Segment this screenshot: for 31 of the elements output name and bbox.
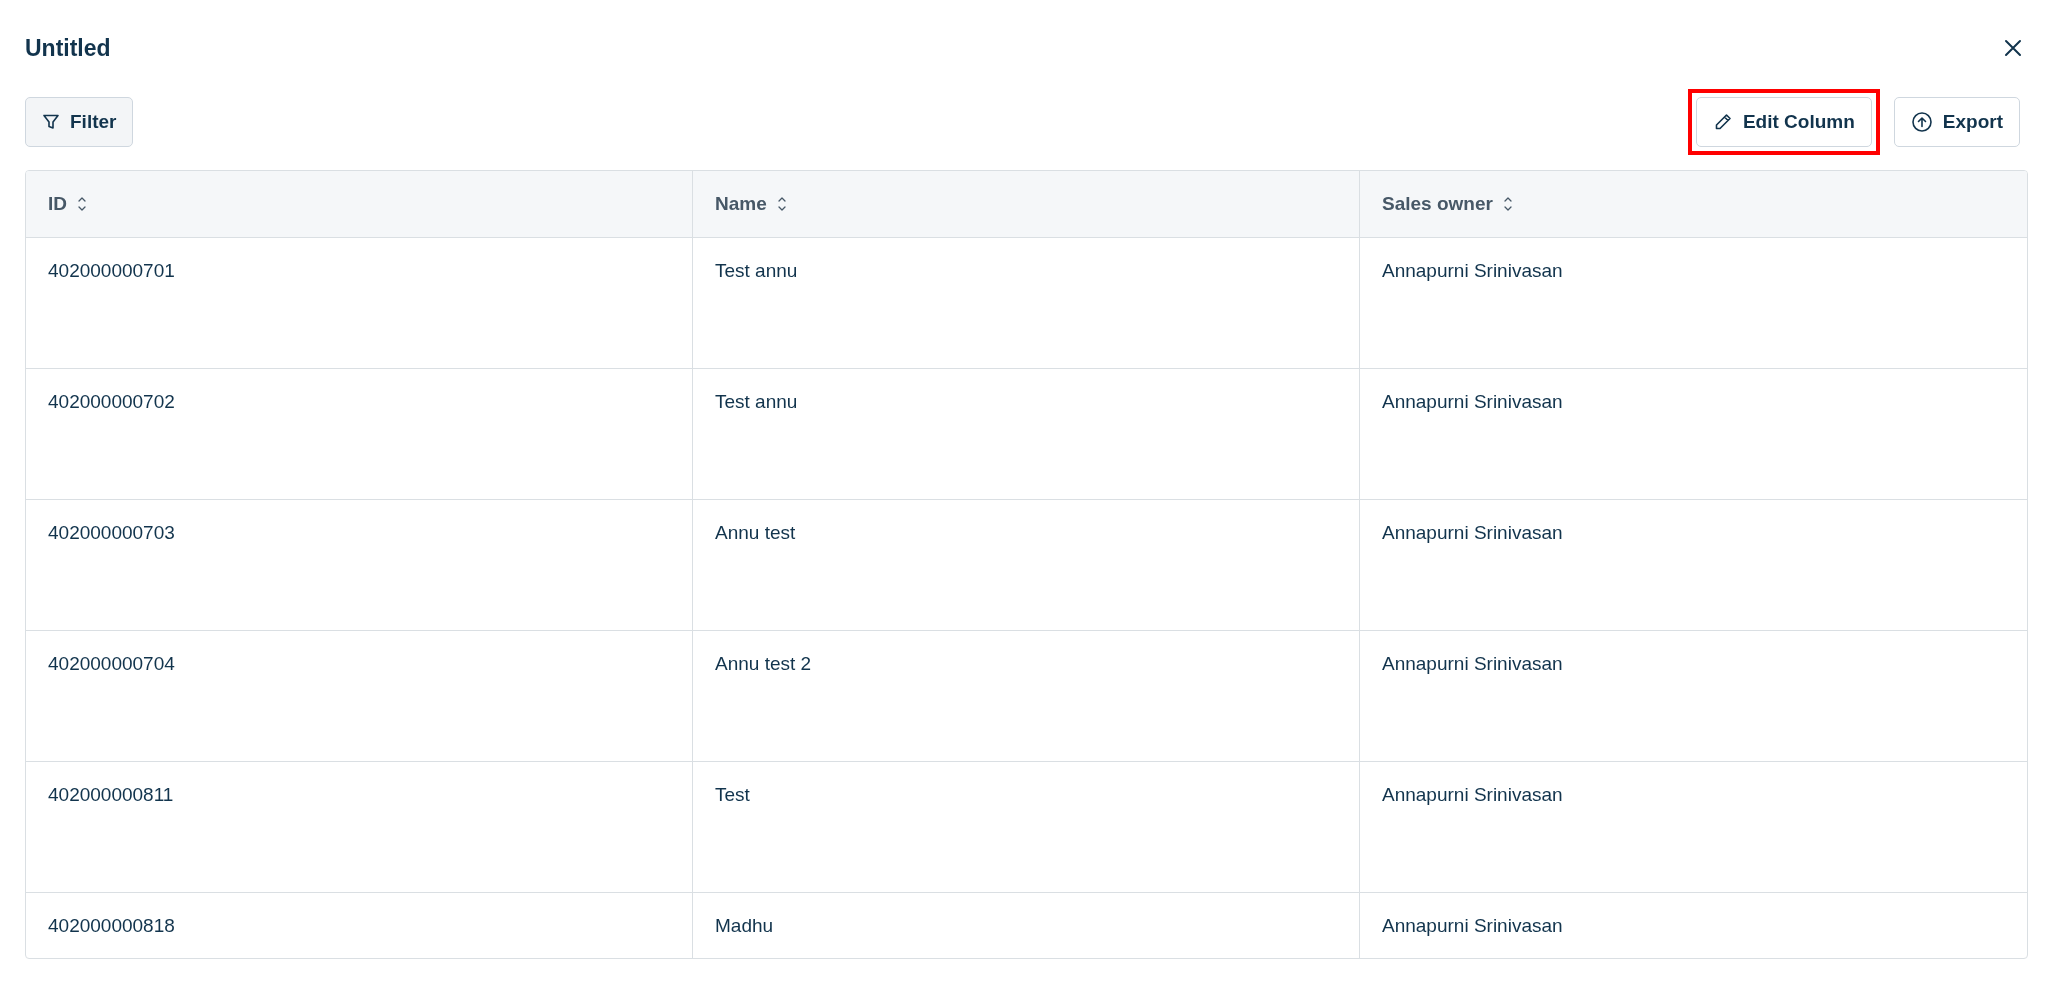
table-cell: Test annu <box>715 391 798 412</box>
close-icon[interactable] <box>2004 39 2022 57</box>
table-cell: Annapurni Srinivasan <box>1382 522 1563 543</box>
filter-button[interactable]: Filter <box>25 97 134 147</box>
table-cell: 402000000811 <box>48 784 174 805</box>
table-cell: Annu test <box>715 522 796 543</box>
column-header[interactable]: Name <box>715 193 767 215</box>
funnel-icon <box>42 113 60 131</box>
table-cell: Annapurni Srinivasan <box>1382 784 1563 805</box>
table-cell: Annapurni Srinivasan <box>1382 653 1563 674</box>
export-button[interactable]: Export <box>1893 97 2020 147</box>
sort-icon[interactable] <box>776 195 787 213</box>
table-cell: Annapurni Srinivasan <box>1382 915 1563 936</box>
upload-icon <box>1910 111 1933 133</box>
table-cell: Test annu <box>715 260 798 281</box>
table-cell: Madhu <box>715 915 774 936</box>
table-cell: 402000000701 <box>48 260 175 281</box>
dialog-title: Untitled <box>25 34 111 62</box>
table-cell: 402000000703 <box>48 522 175 543</box>
table-cell: 402000000818 <box>48 915 175 936</box>
column-header[interactable]: ID <box>48 193 67 215</box>
table-cell: Annu test 2 <box>715 653 812 674</box>
table-cell: Test <box>715 784 750 805</box>
table-cell: Annapurni Srinivasan <box>1382 391 1563 412</box>
table-cell: 402000000702 <box>48 391 175 412</box>
edit-column-button[interactable]: Edit Column <box>1695 97 1872 147</box>
table-cell: 402000000704 <box>48 653 175 674</box>
column-header[interactable]: Sales owner <box>1382 193 1493 215</box>
table-cell: Annapurni Srinivasan <box>1382 260 1563 281</box>
sort-icon[interactable] <box>77 195 87 213</box>
sort-icon[interactable] <box>1502 195 1513 213</box>
